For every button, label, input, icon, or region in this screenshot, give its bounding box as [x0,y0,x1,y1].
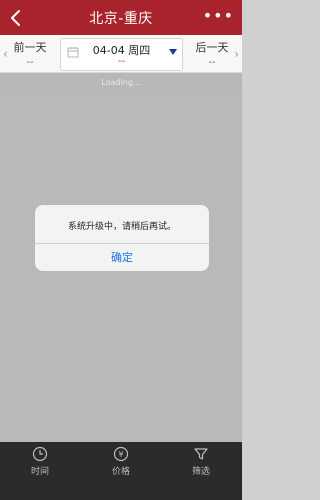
date-selector[interactable]: 04-04 周四 -- [60,38,183,71]
next-day-label: 后一天 [195,41,229,54]
filter-icon [194,448,208,460]
tab-time[interactable]: 时间 [10,446,70,477]
header-bar: 北京-重庆 ••• [0,0,242,35]
back-icon[interactable] [6,8,26,28]
alert-message: 系统升级中，请稍后再试。 [67,222,176,232]
prev-day-button[interactable]: 前一天 -- [2,39,58,68]
bottom-tab-bar: 时间 ¥ 价格 筛选 [0,442,242,500]
dropdown-caret-icon [169,49,177,55]
price-icon: ¥ [113,446,129,462]
prev-day-label: 前一天 [13,41,47,54]
date-bar: ‹ 前一天 -- 04-04 周四 -- 后一天 -- › [0,35,242,73]
alert-dialog: 系统升级中，请稍后再试。 确定 [35,205,209,271]
tab-filter-label: 筛选 [191,467,210,477]
svg-text:¥: ¥ [118,450,123,459]
page-title: 北京-重庆 [89,10,153,27]
tab-price[interactable]: ¥ 价格 [91,446,151,477]
tab-time-label: 时间 [30,467,49,477]
chevron-right-icon: › [234,47,239,61]
loading-indicator: Loading... [0,73,242,92]
confirm-button[interactable]: 确定 [35,244,209,271]
next-day-button[interactable]: 后一天 -- [184,39,240,68]
clock-icon [32,446,48,462]
tab-price-label: 价格 [111,467,130,477]
prev-day-price: -- [26,57,34,68]
next-day-price: -- [208,57,216,68]
tab-filter[interactable]: 筛选 [171,446,231,477]
more-icon[interactable]: ••• [203,6,234,25]
selected-date-price: -- [117,56,126,67]
